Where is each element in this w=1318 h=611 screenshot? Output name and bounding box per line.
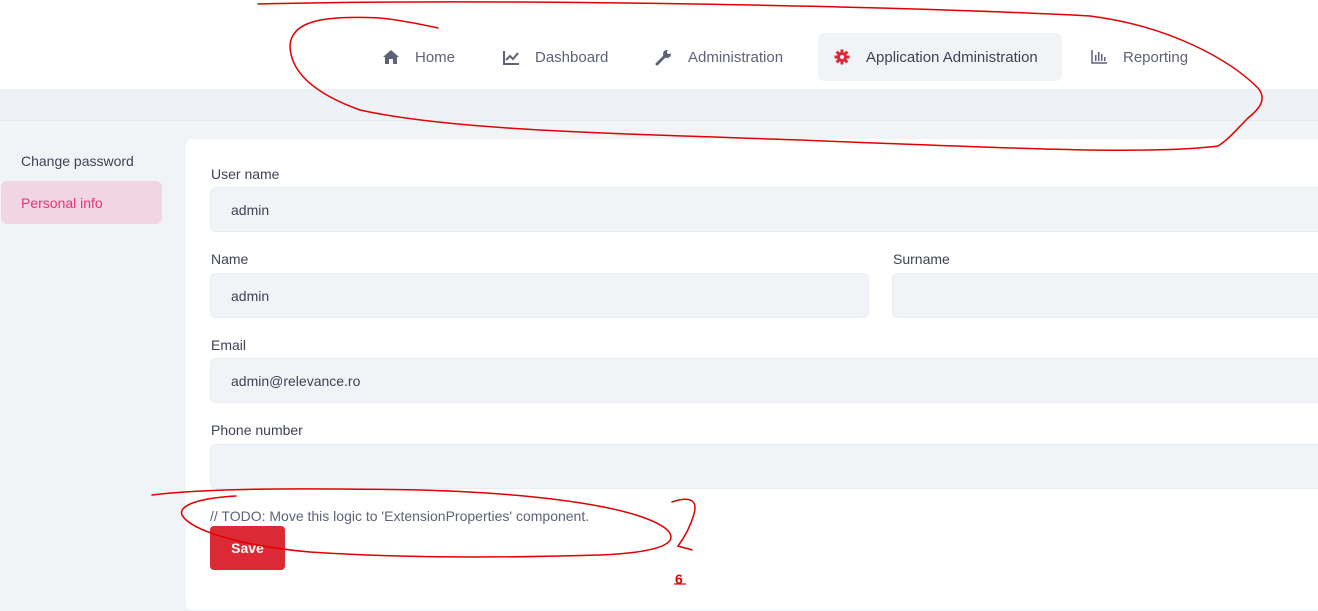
name-label: Name bbox=[211, 251, 249, 267]
phone-field[interactable] bbox=[210, 444, 1318, 489]
save-button[interactable]: Save bbox=[210, 526, 285, 570]
nav-item-label: Application Administration bbox=[866, 48, 1038, 66]
name-field[interactable]: admin bbox=[210, 273, 869, 318]
nav-item-label: Reporting bbox=[1123, 48, 1189, 66]
nav-item-label: Home bbox=[415, 48, 456, 66]
home-icon bbox=[382, 48, 400, 66]
nav-item-application-administration[interactable]: Application Administration bbox=[818, 33, 1062, 81]
nav-item-dashboard[interactable]: Dashboard bbox=[490, 33, 620, 81]
sidebar-item-label: Change password bbox=[21, 152, 134, 169]
sidebar-item-personal-info[interactable]: Personal info bbox=[1, 181, 162, 224]
email-label: Email bbox=[211, 337, 247, 353]
phone-label: Phone number bbox=[211, 422, 303, 438]
email-field[interactable]: admin@relevance.ro bbox=[210, 358, 1318, 403]
nav-item-reporting[interactable]: Reporting bbox=[1078, 33, 1203, 81]
nav-item-administration[interactable]: Administration bbox=[643, 33, 803, 81]
nav-item-label: Dashboard bbox=[535, 48, 609, 66]
username-label: User name bbox=[211, 166, 280, 182]
gear-icon bbox=[833, 48, 851, 66]
sub-header-bar bbox=[0, 89, 1318, 121]
sidebar-item-change-password[interactable]: Change password bbox=[1, 139, 162, 182]
bar-chart-icon bbox=[1090, 48, 1108, 66]
surname-field[interactable] bbox=[892, 273, 1318, 318]
username-field[interactable]: admin bbox=[210, 187, 1318, 232]
nav-item-home[interactable]: Home bbox=[370, 33, 470, 81]
chart-line-icon bbox=[502, 48, 520, 66]
todo-note: // TODO: Move this logic to 'ExtensionPr… bbox=[210, 508, 590, 524]
wrench-icon bbox=[655, 48, 673, 66]
nav-item-label: Administration bbox=[688, 48, 784, 66]
sidebar-item-label: Personal info bbox=[21, 194, 103, 211]
surname-label: Surname bbox=[893, 251, 950, 267]
